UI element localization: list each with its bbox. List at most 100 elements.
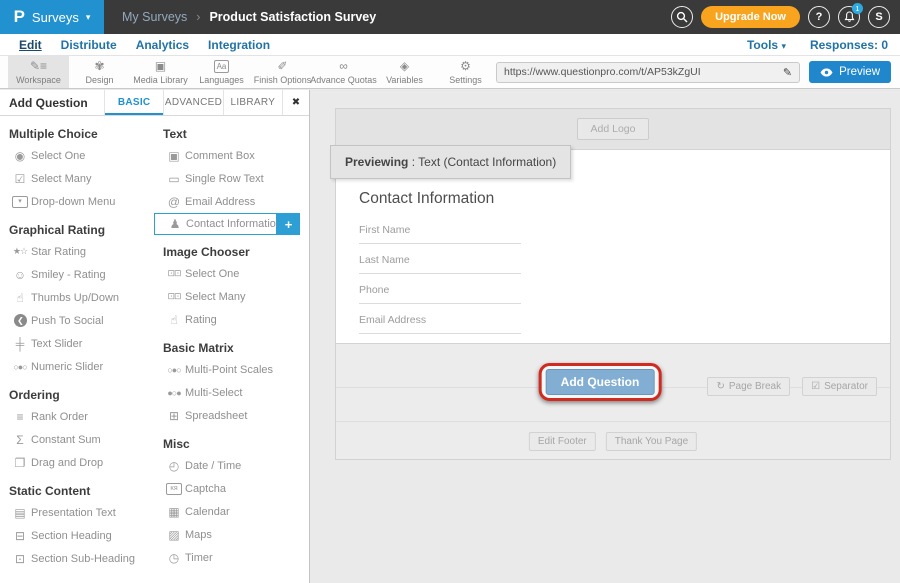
question-type-smiley-rating[interactable]: ☺Smiley - Rating xyxy=(0,263,154,286)
question-type-label: Contact Information xyxy=(186,218,282,230)
add-selected-question-button[interactable]: + xyxy=(277,213,300,235)
question-type-select-many[interactable]: ⊡⊡Select Many xyxy=(154,285,309,308)
question-type-label: Select One xyxy=(31,150,85,162)
separator-button[interactable]: ☑ Separator xyxy=(802,377,877,396)
section-heading: Graphical Rating xyxy=(9,223,154,237)
panel-tab-advanced[interactable]: ADVANCED xyxy=(163,90,222,115)
question-type-label: Rating xyxy=(185,314,217,326)
panel-tab-library[interactable]: LIBRARY xyxy=(223,90,282,115)
app-logo-surveys-menu[interactable]: P Surveys ▾ xyxy=(0,0,104,34)
nav-tab-distribute[interactable]: Distribute xyxy=(61,38,117,52)
question-type-rank-order[interactable]: ≡Rank Order xyxy=(0,405,154,428)
toolbar-item-settings[interactable]: ⚙Settings xyxy=(435,56,496,88)
separator-label: Separator xyxy=(824,381,868,392)
search-button[interactable] xyxy=(671,6,693,28)
survey-url-value: https://www.questionpro.com/t/AP53kZgUI xyxy=(504,66,783,78)
toolbar-item-label: Settings xyxy=(449,75,482,85)
toolbar-item-design[interactable]: ✾Design xyxy=(69,56,130,88)
section-heading: Text xyxy=(163,127,309,141)
workspace-icon: ✎≡ xyxy=(30,60,47,73)
chevron-down-icon: ▾ xyxy=(781,41,786,51)
panel-title: Add Question xyxy=(0,90,104,115)
question-type-drop-down-menu[interactable]: ▾Drop-down Menu xyxy=(0,190,154,213)
question-type-select-many[interactable]: ☑Select Many xyxy=(0,167,154,190)
question-type-drag-and-drop[interactable]: ❐Drag and Drop xyxy=(0,451,154,474)
toolbar-item-advance-quotas[interactable]: ∞Advance Quotas xyxy=(313,56,374,88)
question-type-push-to-social[interactable]: ❮Push To Social xyxy=(0,309,154,332)
toolbar-item-workspace[interactable]: ✎≡Workspace xyxy=(8,56,69,88)
timer-icon: ◷ xyxy=(163,551,185,565)
toolbar-item-finish-options[interactable]: ✐Finish Options xyxy=(252,56,313,88)
question-type-constant-sum[interactable]: ΣConstant Sum xyxy=(0,428,154,451)
question-type-section-heading[interactable]: ⊟Section Heading xyxy=(0,524,154,547)
section-heading: Misc xyxy=(163,437,309,451)
add-question-button[interactable]: Add Question xyxy=(546,369,655,395)
question-type-spreadsheet[interactable]: ⊞Spreadsheet xyxy=(154,404,309,427)
toolbar-item-languages[interactable]: AaLanguages xyxy=(191,56,252,88)
question-section-static-content: Static Content▤Presentation Text⊟Section… xyxy=(0,484,154,570)
question-type-label: Single Row Text xyxy=(185,173,264,185)
question-type-rating[interactable]: ☝Rating xyxy=(154,308,309,331)
question-type-label: Thumbs Up/Down xyxy=(31,292,119,304)
form-field-first-name[interactable]: First Name xyxy=(359,224,521,244)
question-type-star-rating[interactable]: ★☆Star Rating xyxy=(0,240,154,263)
nav-tab-analytics[interactable]: Analytics xyxy=(136,38,189,52)
edit-footer-button[interactable]: Edit Footer xyxy=(529,432,596,451)
breadcrumb-parent[interactable]: My Surveys xyxy=(122,10,187,24)
question-type-date-time[interactable]: ◴Date / Time xyxy=(154,454,309,477)
calendar-icon: ▦ xyxy=(163,505,185,519)
question-type-label: Captcha xyxy=(185,483,226,495)
account-avatar[interactable]: S xyxy=(868,6,890,28)
toolbar-item-label: Design xyxy=(85,75,113,85)
question-type-email-address[interactable]: @Email Address xyxy=(154,190,309,213)
help-button[interactable]: ? xyxy=(808,6,830,28)
thank-you-page-button[interactable]: Thank You Page xyxy=(606,432,697,451)
preview-button[interactable]: Preview xyxy=(809,61,891,83)
question-type-captcha[interactable]: ĸяCaptcha xyxy=(154,477,309,500)
nav-tab-integration[interactable]: Integration xyxy=(208,38,270,52)
question-type-multi-point-scales[interactable]: ○●○Multi-Point Scales xyxy=(154,358,309,381)
toolbar-item-label: Advance Quotas xyxy=(310,75,377,85)
question-type-timer[interactable]: ◷Timer xyxy=(154,546,309,569)
toolbar-item-variables[interactable]: ◈Variables xyxy=(374,56,435,88)
question-type-thumbs-up-down[interactable]: ☝Thumbs Up/Down xyxy=(0,286,154,309)
top-navbar: P Surveys ▾ My Surveys › Product Satisfa… xyxy=(0,0,900,34)
form-field-email-address[interactable]: Email Address xyxy=(359,314,521,334)
question-type-single-row-text[interactable]: ▭Single Row Text xyxy=(154,167,309,190)
sigma-icon: Σ xyxy=(9,433,31,447)
close-panel-button[interactable]: ✖ xyxy=(282,90,309,115)
nav-tab-edit[interactable]: Edit xyxy=(19,38,42,52)
question-type-section-sub-heading[interactable]: ⊡Section Sub-Heading xyxy=(0,547,154,570)
form-field-last-name[interactable]: Last Name xyxy=(359,254,521,274)
section-heading-icon: ⊟ xyxy=(9,529,31,543)
page-break-button[interactable]: ↻ Page Break xyxy=(707,377,790,396)
question-type-multi-select[interactable]: ●○●Multi-Select xyxy=(154,381,309,404)
survey-nav-tabs: Edit Distribute Analytics Integration xyxy=(0,38,270,52)
form-field-phone[interactable]: Phone xyxy=(359,284,521,304)
question-type-label: Constant Sum xyxy=(31,434,101,446)
question-type-text-slider[interactable]: ╪Text Slider xyxy=(0,332,154,355)
responses-link[interactable]: Responses: 0 xyxy=(810,38,888,52)
question-type-numeric-slider[interactable]: ○●○Numeric Slider xyxy=(0,355,154,378)
question-type-presentation-text[interactable]: ▤Presentation Text xyxy=(0,501,154,524)
question-type-select-one[interactable]: ◉Select One xyxy=(0,144,154,167)
tools-menu[interactable]: Tools ▾ xyxy=(747,38,786,52)
questionpro-logo: P xyxy=(14,7,25,27)
upgrade-now-button[interactable]: Upgrade Now xyxy=(701,6,800,28)
multi-select-icon: ●○● xyxy=(163,388,185,398)
question-type-maps[interactable]: ▨Maps xyxy=(154,523,309,546)
question-type-contact-information[interactable]: ♟Contact Information+ xyxy=(154,213,277,235)
notifications-button[interactable]: 1 xyxy=(838,6,860,28)
survey-url-field[interactable]: https://www.questionpro.com/t/AP53kZgUI … xyxy=(496,62,800,83)
question-type-label: Section Heading xyxy=(31,530,112,542)
question-type-label: Multi-Point Scales xyxy=(185,364,273,376)
question-type-calendar[interactable]: ▦Calendar xyxy=(154,500,309,523)
page-options: ↻ Page Break ☑ Separator xyxy=(707,377,877,396)
add-logo-button[interactable]: Add Logo xyxy=(577,118,650,140)
edit-url-icon[interactable]: ✎ xyxy=(783,66,792,79)
question-type-comment-box[interactable]: ▣Comment Box xyxy=(154,144,309,167)
toolbar-item-media-library[interactable]: ▣Media Library xyxy=(130,56,191,88)
add-question-panel-header: Add Question BASICADVANCEDLIBRARY ✖ xyxy=(0,90,309,116)
question-type-select-one[interactable]: ⊡⊡Select One xyxy=(154,262,309,285)
panel-tab-basic[interactable]: BASIC xyxy=(104,90,163,115)
